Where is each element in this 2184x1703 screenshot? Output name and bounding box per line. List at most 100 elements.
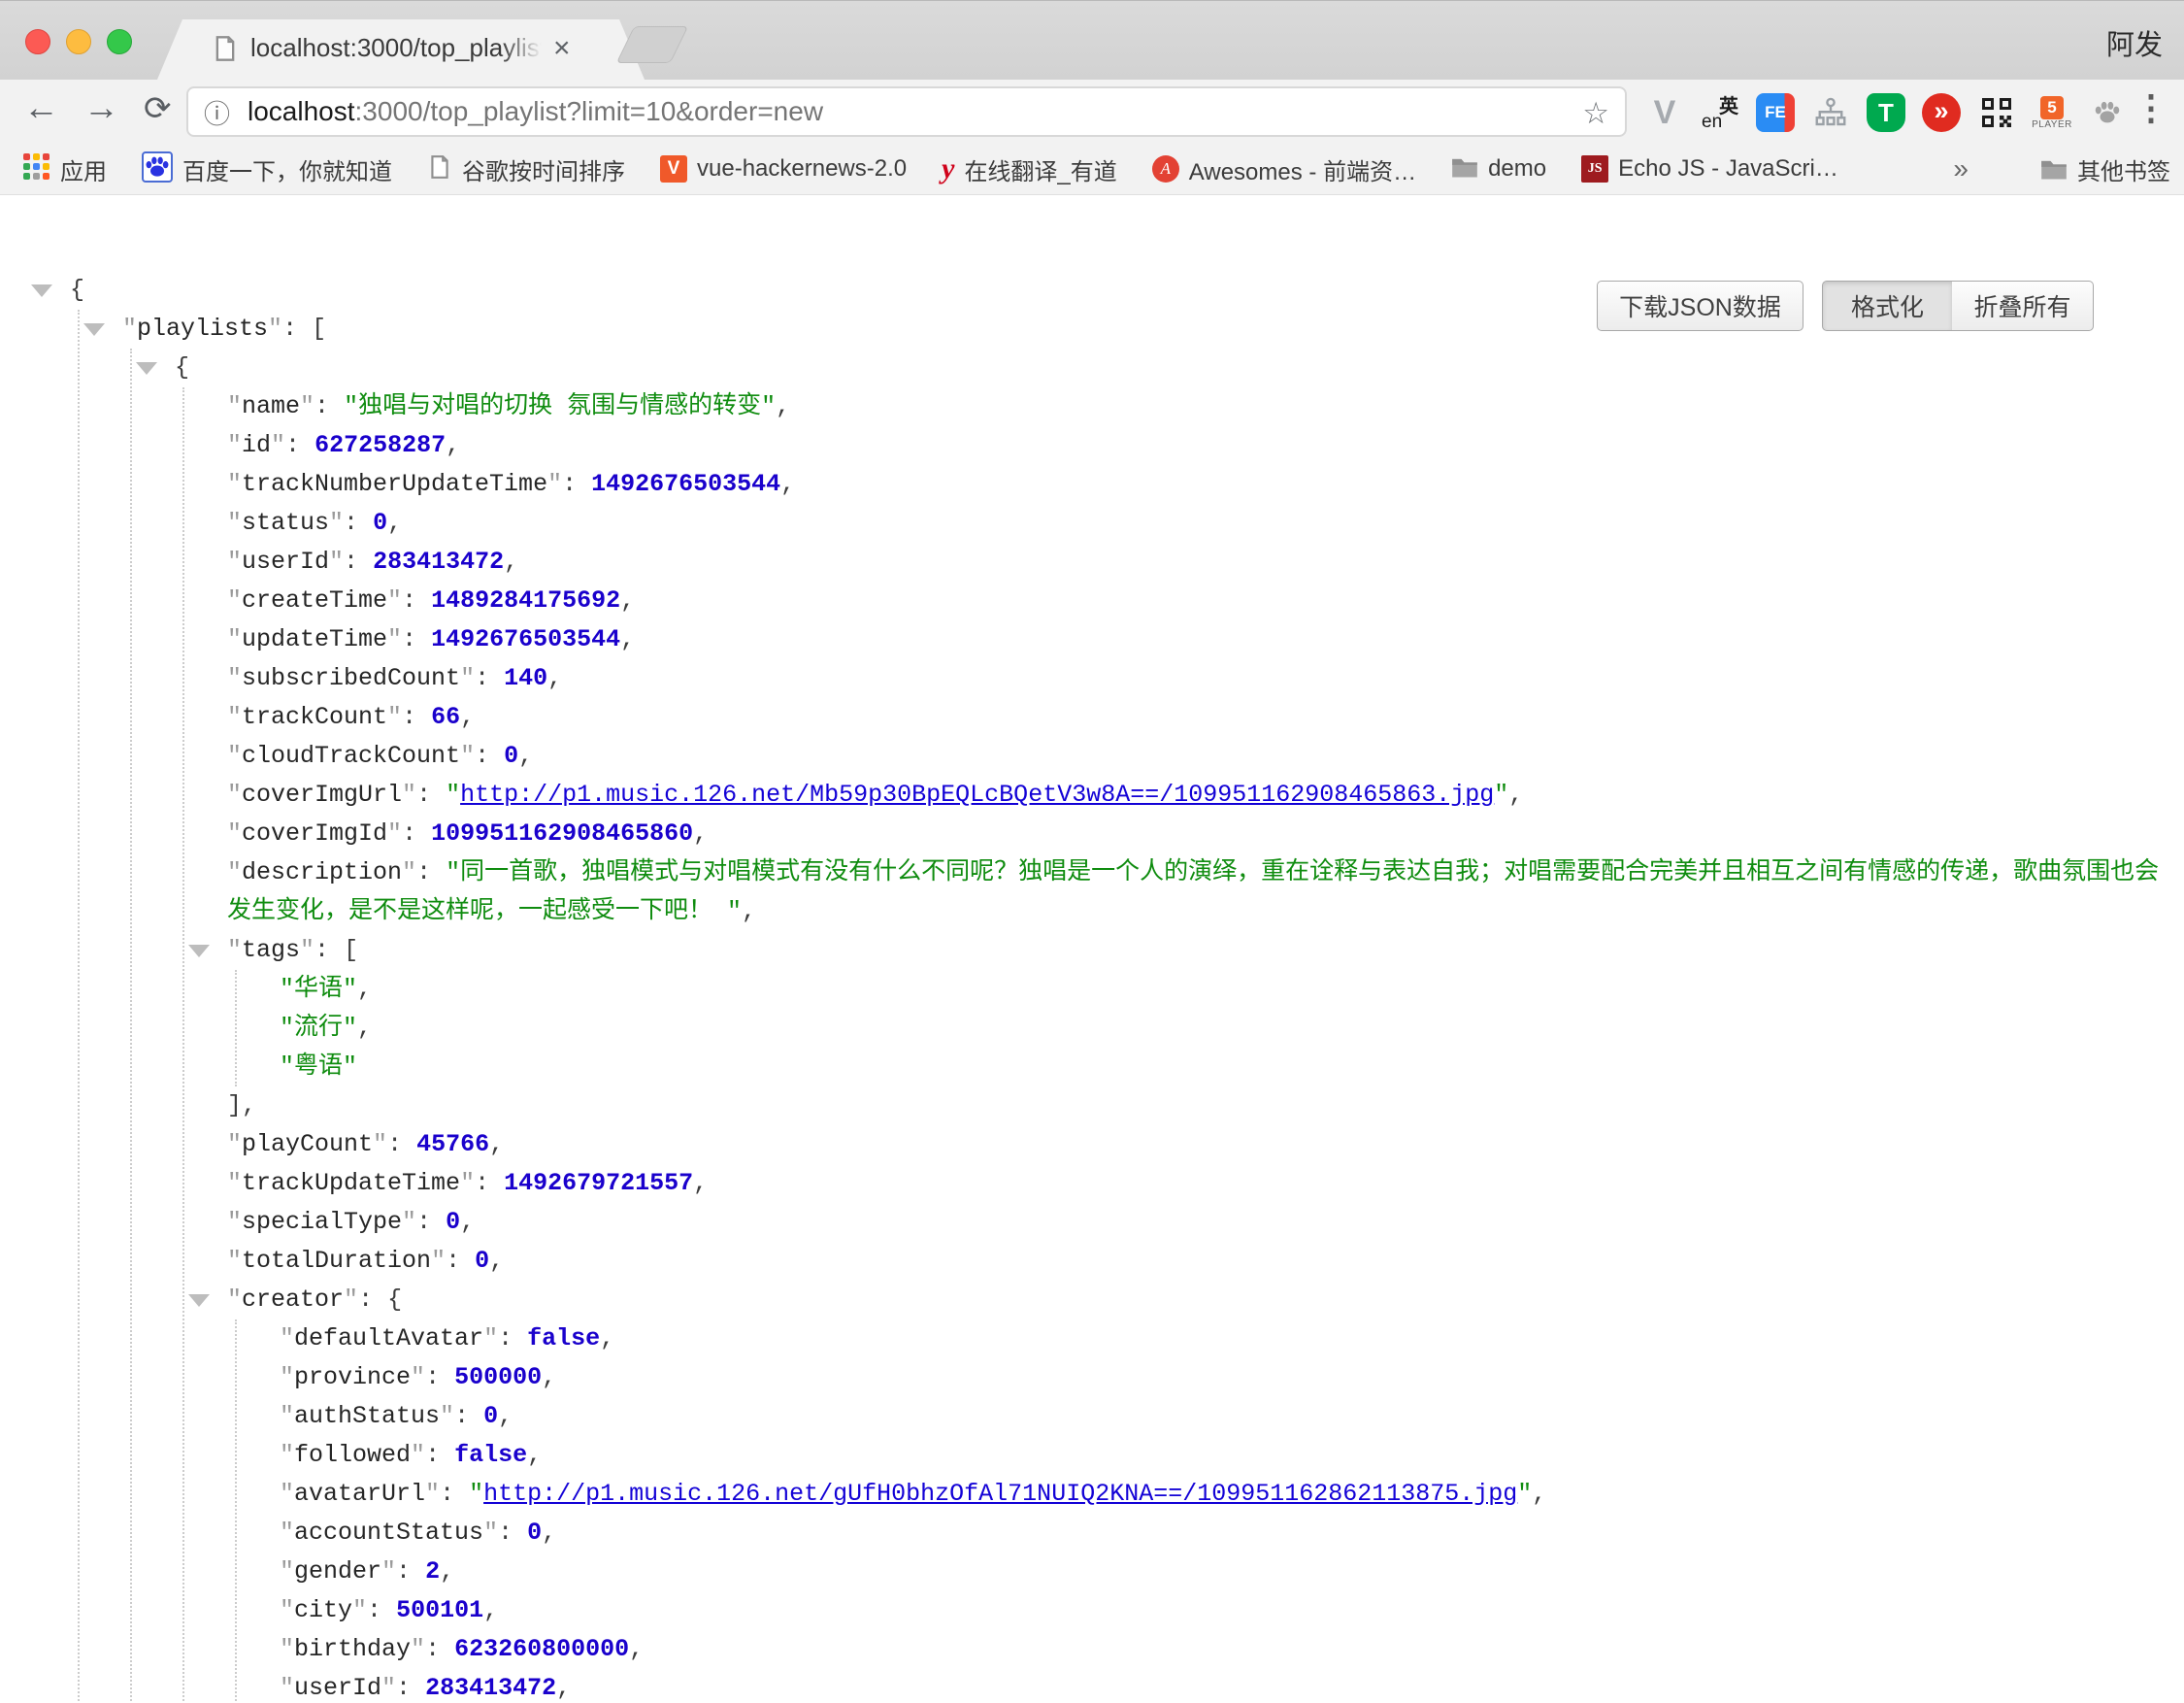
json-key: userId — [242, 548, 329, 576]
json-number: 0 — [475, 1247, 489, 1275]
json-key: birthday — [294, 1635, 411, 1663]
bookmark-item[interactable]: demo — [1451, 155, 1546, 184]
json-key: cloudTrackCount — [242, 742, 460, 770]
sitemap-icon[interactable] — [1810, 92, 1851, 133]
bookmark-label: 其他书签 — [2077, 152, 2170, 186]
json-number: 500101 — [396, 1596, 483, 1624]
json-line: "authStatus": 0, — [280, 1397, 2178, 1436]
json-key: accountStatus — [294, 1519, 483, 1547]
json-line: "id": 627258287, — [227, 426, 2178, 465]
bookmark-item[interactable]: AAwesomes - 前端资… — [1152, 152, 1416, 186]
json-line: "avatarUrl": "http://p1.music.126.net/gU… — [280, 1475, 2178, 1514]
json-block: "name": "独唱与对唱的切换 氛围与情感的转变","id": 627258… — [182, 387, 2178, 1703]
window-close-button[interactable] — [25, 29, 50, 54]
bookmark-item[interactable]: y在线翻译_有道 — [942, 152, 1117, 186]
other-bookmarks-folder[interactable]: 其他书签 — [2040, 152, 2170, 186]
active-tab[interactable]: localhost:3000/top_playlist?limit=10&ord… — [157, 19, 645, 80]
qrcode-icon[interactable] — [1976, 92, 2017, 133]
echojs-icon: JS — [1581, 155, 1608, 183]
json-number: 1492679721557 — [504, 1169, 693, 1197]
bookmark-item[interactable]: JSEcho JS - JavaScri… — [1581, 155, 1838, 183]
json-key: description — [242, 858, 402, 886]
vue-devtools-icon[interactable]: V — [1644, 92, 1685, 133]
bookmark-item[interactable]: 谷歌按时间排序 — [427, 152, 625, 186]
json-line: "trackCount": 66, — [227, 698, 2178, 737]
bookmark-label: 百度一下，你就知道 — [182, 152, 392, 186]
json-link[interactable]: http://p1.music.126.net/Mb59p30BpEQLcBQe… — [460, 781, 1494, 809]
paw-extension-icon[interactable] — [2087, 92, 2128, 133]
json-line: "playlists": [ — [122, 310, 2178, 349]
bookmark-label: vue-hackernews-2.0 — [697, 155, 907, 183]
tampermonkey-icon[interactable]: T — [1866, 92, 1906, 133]
json-line: "accountStatus": 0, — [280, 1514, 2178, 1553]
reload-icon[interactable]: ⟳ — [144, 89, 172, 128]
translate-icon[interactable]: 英en — [1700, 92, 1740, 133]
bookmark-item[interactable]: 应用 — [23, 152, 107, 186]
youdao-icon: y — [942, 152, 954, 185]
json-string: "流行" — [280, 1014, 357, 1042]
json-number: 283413472 — [373, 548, 504, 576]
json-line: "coverImgUrl": "http://p1.music.126.net/… — [227, 776, 2178, 815]
json-line: "updateTime": 1492676503544, — [227, 620, 2178, 659]
bookmark-item[interactable]: Vvue-hackernews-2.0 — [660, 155, 907, 183]
json-line: "description": "同一首歌，独唱模式与对唱模式有没有什么不同呢？独… — [227, 853, 2178, 931]
bookmark-item[interactable]: 百度一下，你就知道 — [142, 151, 392, 186]
json-line: "华语", — [280, 970, 2178, 1009]
json-line: "status": 0, — [227, 504, 2178, 543]
json-boolean: false — [454, 1441, 527, 1469]
json-line: "followed": false, — [280, 1436, 2178, 1475]
json-number: 0 — [446, 1208, 460, 1236]
tab-close-icon[interactable]: × — [553, 32, 571, 65]
json-number: 140 — [504, 664, 547, 692]
bookmark-label: Awesomes - 前端资… — [1189, 152, 1416, 186]
html5-player-icon[interactable]: 5PLAYER — [2032, 92, 2072, 133]
bookmarks-overflow-icon[interactable]: » — [1953, 153, 1969, 184]
json-line: ], — [227, 1086, 2178, 1125]
browser-menu-icon[interactable]: ⋮ — [2134, 87, 2168, 128]
forward-icon[interactable]: → — [83, 87, 119, 128]
json-line: "流行", — [280, 1009, 2178, 1048]
address-bar[interactable]: ⓘ localhost:3000/top_playlist?limit=10&o… — [186, 86, 1627, 137]
collapse-toggle-icon[interactable] — [83, 323, 105, 336]
profile-name[interactable]: 阿发 — [2106, 22, 2163, 63]
new-tab-button[interactable] — [616, 26, 689, 63]
json-key: totalDuration — [242, 1247, 431, 1275]
window-zoom-button[interactable] — [107, 29, 132, 54]
back-icon[interactable]: ← — [23, 87, 59, 128]
json-key: id — [242, 431, 271, 459]
json-block: "defaultAvatar": false,"province": 50000… — [235, 1319, 2178, 1703]
window-minimize-button[interactable] — [66, 29, 91, 54]
json-key: specialType — [242, 1208, 402, 1236]
folder-icon — [2040, 157, 2068, 181]
json-key: authStatus — [294, 1402, 440, 1430]
json-line: "cloudTrackCount": 0, — [227, 737, 2178, 776]
tab-strip: localhost:3000/top_playlist?limit=10&ord… — [0, 0, 2184, 80]
url-path: :3000/top_playlist?limit=10&order=new — [355, 96, 824, 126]
json-line: "userId": 283413472, — [227, 543, 2178, 582]
page-icon — [427, 154, 452, 184]
json-key: city — [294, 1596, 352, 1624]
json-line: "trackNumberUpdateTime": 1492676503544, — [227, 465, 2178, 504]
json-line: "name": "独唱与对唱的切换 氛围与情感的转变", — [227, 387, 2178, 426]
json-key: trackUpdateTime — [242, 1169, 460, 1197]
vue-icon: V — [660, 155, 687, 183]
json-line: "userId": 283413472, — [280, 1669, 2178, 1703]
json-key: updateTime — [242, 625, 387, 653]
collapse-toggle-icon[interactable] — [188, 1294, 210, 1307]
json-number: 0 — [504, 742, 518, 770]
collapse-toggle-icon[interactable] — [31, 284, 52, 297]
json-link[interactable]: http://p1.music.126.net/gUfH0bhzOfAl71NU… — [483, 1480, 1517, 1508]
page-info-icon[interactable]: ⓘ — [204, 93, 230, 131]
json-line: "gender": 2, — [280, 1553, 2178, 1591]
json-key: name — [242, 392, 300, 420]
json-key: avatarUrl — [294, 1480, 425, 1508]
bookmark-label: 谷歌按时间排序 — [462, 152, 625, 186]
json-number: 283413472 — [425, 1674, 556, 1702]
video-speed-icon[interactable]: » — [1921, 92, 1962, 133]
collapse-toggle-icon[interactable] — [188, 945, 210, 957]
json-key: defaultAvatar — [294, 1324, 483, 1352]
fehelper-icon[interactable]: FE — [1755, 92, 1796, 133]
json-number: 500000 — [454, 1363, 542, 1391]
collapse-toggle-icon[interactable] — [136, 362, 157, 375]
bookmark-star-icon[interactable]: ☆ — [1582, 96, 1609, 131]
